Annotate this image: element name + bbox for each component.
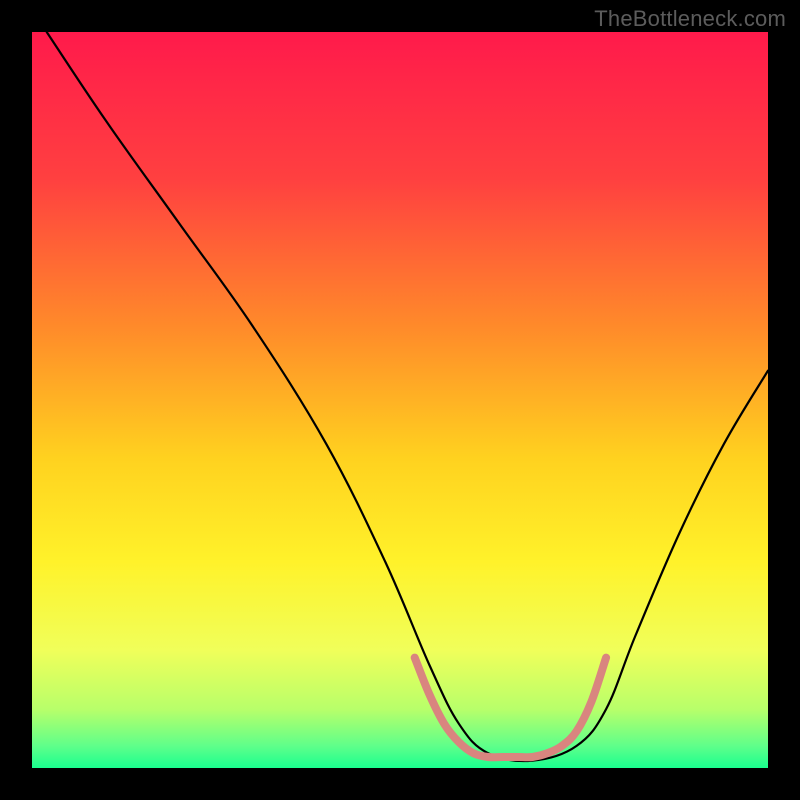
optimal-range-marker-path xyxy=(415,658,606,758)
chart-frame: TheBottleneck.com xyxy=(0,0,800,800)
plot-area xyxy=(32,32,768,768)
curve-layer xyxy=(32,32,768,768)
watermark-text: TheBottleneck.com xyxy=(594,6,786,32)
bottleneck-curve-path xyxy=(47,32,768,761)
